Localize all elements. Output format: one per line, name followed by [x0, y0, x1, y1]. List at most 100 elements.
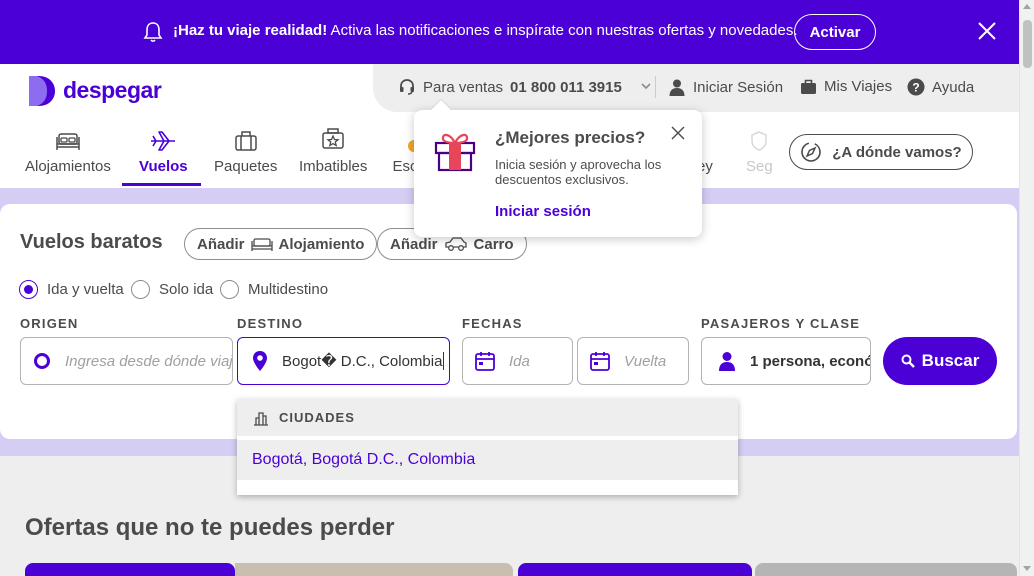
- scroll-up-arrow-icon[interactable]: [1023, 4, 1031, 9]
- activate-notifications-button[interactable]: Activar: [794, 14, 876, 50]
- plane-icon: [151, 131, 176, 151]
- search-icon: [901, 354, 915, 368]
- destination-value: Bogot� D.C., Colombia: [282, 352, 445, 370]
- divider: [655, 76, 656, 98]
- shield-icon: [751, 131, 768, 151]
- radio-dot[interactable]: [220, 280, 239, 299]
- sales-label: Para ventas: [423, 78, 504, 96]
- search-button[interactable]: Buscar: [883, 337, 997, 385]
- calendar-icon: [475, 352, 495, 371]
- calendar-icon: [590, 352, 610, 371]
- login-label: Iniciar Sesión: [693, 78, 784, 96]
- chip-add-label: Añadir: [390, 235, 438, 253]
- chevron-down-icon: [641, 83, 651, 90]
- tab-alojamientos[interactable]: Alojamientos: [25, 124, 111, 175]
- tab-paquetes[interactable]: Paquetes: [214, 124, 277, 175]
- close-icon[interactable]: [671, 126, 685, 140]
- despegar-logo-icon[interactable]: [25, 75, 57, 107]
- tab-label: Vuelos: [139, 158, 188, 175]
- offer-card[interactable]: [518, 563, 752, 576]
- radio-dot[interactable]: [131, 280, 150, 299]
- radio-multi-city[interactable]: Multidestino: [220, 280, 328, 299]
- scrollbar[interactable]: [1019, 0, 1034, 576]
- sales-phone-menu[interactable]: Para ventas 01 800 011 3915: [398, 78, 653, 96]
- sales-phone: 01 800 011 3915: [510, 78, 622, 96]
- help-icon: ?: [907, 78, 925, 96]
- origin-input[interactable]: Ingresa desde dónde viajas: [20, 337, 233, 385]
- radio-label: Solo ida: [159, 281, 214, 298]
- notification-banner: ¡Haz tu viaje realidad! Activa las notif…: [0, 0, 1019, 64]
- suggestion-item[interactable]: Bogotá, Bogotá D.C., Colombia: [237, 440, 738, 480]
- chip-add-label: Añadir: [197, 235, 245, 253]
- brand-name[interactable]: despegar: [63, 77, 162, 104]
- passengers-label: PASAJEROS Y CLASE: [701, 316, 861, 331]
- add-lodging-chip[interactable]: Añadir Alojamiento: [184, 228, 378, 260]
- scroll-down-arrow-icon[interactable]: [1023, 566, 1031, 571]
- tab-label: Seg: [746, 158, 773, 175]
- svg-text:?: ?: [912, 81, 919, 95]
- briefcase-icon: [801, 79, 816, 94]
- user-icon: [719, 352, 735, 371]
- offer-card-image[interactable]: [235, 563, 513, 576]
- scrollbar-thumb[interactable]: [1023, 20, 1032, 68]
- passengers-value: 1 persona, económica: [750, 352, 870, 370]
- radio-one-way[interactable]: Solo ida: [131, 280, 213, 299]
- origin-circle-icon: [34, 353, 50, 369]
- suitcase-icon: [234, 131, 257, 151]
- tab-label: Paquetes: [214, 158, 278, 175]
- where-to-go-button[interactable]: ¿A dónde vamos?: [789, 134, 973, 170]
- chip-lodging-label: Alojamiento: [278, 235, 365, 253]
- search-button-label: Buscar: [921, 351, 980, 370]
- return-date-input[interactable]: Vuelta: [577, 337, 689, 385]
- my-trips-link[interactable]: Mis Viajes: [800, 78, 892, 95]
- tab-imbatibles[interactable]: Imbatibles: [299, 124, 367, 175]
- location-pin-icon: [253, 351, 267, 371]
- city-icon: [254, 411, 268, 426]
- popover-title: ¿Mejores precios?: [495, 128, 646, 147]
- headset-icon: [400, 79, 414, 95]
- suggestions-header-label: CIUDADES: [279, 410, 355, 425]
- offers-title: Ofertas que no te puedes perder: [25, 514, 395, 541]
- suggestions-header: CIUDADES: [237, 399, 738, 436]
- return-placeholder: Vuelta: [624, 352, 667, 370]
- compass-icon: [801, 142, 822, 162]
- tab-label: Alojamientos: [25, 158, 111, 175]
- destination-suggestions: CIUDADES Bogotá, Bogotá D.C., Colombia: [237, 399, 738, 495]
- where-label: ¿A dónde vamos?: [832, 143, 962, 161]
- depart-date-input[interactable]: Ida: [462, 337, 573, 385]
- destination-label: DESTINO: [237, 316, 304, 331]
- close-icon[interactable]: [976, 20, 998, 42]
- depart-placeholder: Ida: [509, 352, 530, 370]
- bed-icon: [250, 238, 273, 251]
- best-prices-popover: ¿Mejores precios? Inicia sesión y aprove…: [414, 100, 702, 237]
- radio-label: Multidestino: [248, 281, 329, 298]
- gift-icon: [434, 133, 476, 172]
- origin-label: ORIGEN: [20, 316, 79, 331]
- popover-login-link[interactable]: Iniciar sesión: [495, 203, 591, 220]
- tab-vuelos[interactable]: Vuelos: [139, 124, 188, 175]
- popover-body: Inicia sesión y aprovecha los descuentos…: [495, 157, 662, 187]
- origin-placeholder: Ingresa desde dónde viajas: [65, 352, 232, 370]
- badge-icon: [322, 128, 344, 149]
- destination-input[interactable]: Bogot� D.C., Colombia: [237, 337, 450, 385]
- tab-seguros[interactable]: Seg: [746, 124, 773, 175]
- radio-round-trip[interactable]: Ida y vuelta: [19, 280, 124, 299]
- login-link[interactable]: Iniciar Sesión: [668, 78, 783, 96]
- radio-label: Ida y vuelta: [47, 281, 124, 298]
- offer-card[interactable]: [25, 563, 235, 576]
- banner-message: ¡Haz tu viaje realidad! Activa las notif…: [173, 22, 798, 39]
- car-icon: [444, 237, 467, 251]
- bed-icon: [56, 133, 80, 150]
- tab-label: Imbatibles: [299, 158, 368, 175]
- user-icon: [669, 79, 685, 96]
- radio-dot[interactable]: [19, 280, 38, 299]
- help-label: Ayuda: [932, 78, 975, 96]
- my-trips-label: Mis Viajes: [824, 78, 893, 95]
- offer-card-image[interactable]: [755, 563, 1017, 576]
- active-tab-indicator: [122, 183, 201, 186]
- help-link[interactable]: ? Ayuda: [907, 78, 974, 96]
- chip-car-label: Carro: [473, 235, 514, 253]
- dates-label: FECHAS: [462, 316, 523, 331]
- passengers-input[interactable]: 1 persona, económica: [701, 337, 871, 385]
- search-title: Vuelos baratos: [20, 231, 163, 253]
